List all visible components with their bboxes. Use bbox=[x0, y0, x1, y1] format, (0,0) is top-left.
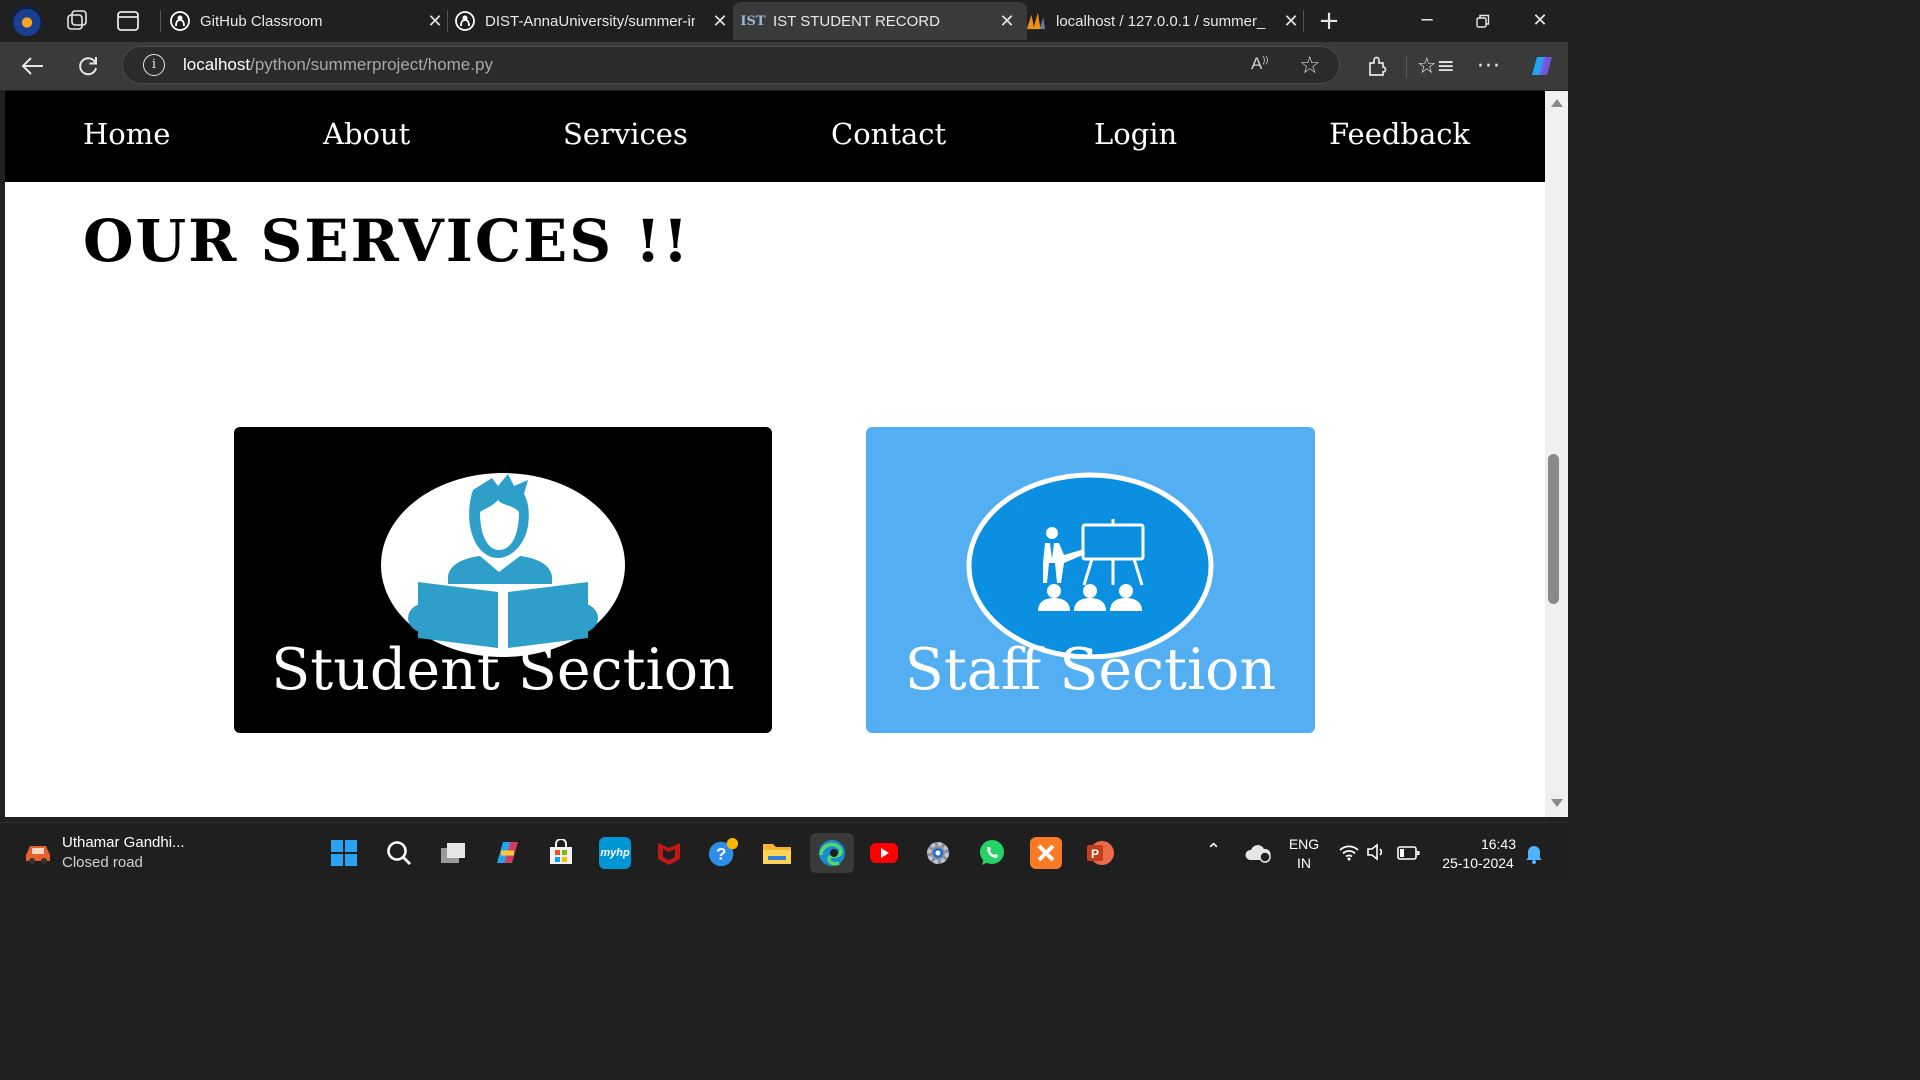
language-code: ENG bbox=[1288, 836, 1320, 852]
browser-tab-bar: GitHub Classroom ✕ DIST-AnnaUniversity/s… bbox=[0, 0, 1568, 42]
weather-title: Uthamar Gandhi... bbox=[62, 834, 185, 851]
nav-services[interactable]: Services bbox=[563, 117, 688, 151]
back-icon[interactable] bbox=[16, 50, 50, 82]
profile-avatar[interactable] bbox=[12, 6, 42, 36]
myhp-icon[interactable]: myhp bbox=[599, 837, 631, 869]
restore-icon[interactable] bbox=[1468, 8, 1498, 34]
more-options-icon[interactable]: ··· bbox=[1472, 50, 1506, 82]
tab-title: DIST-AnnaUniversity/summer-in bbox=[485, 12, 695, 30]
tab-actions-icon[interactable] bbox=[114, 8, 142, 34]
weather-subtitle: Closed road bbox=[62, 854, 143, 871]
tab-title: localhost / 127.0.0.1 / summer_p bbox=[1056, 12, 1266, 30]
url-text[interactable]: localhost/python/summerproject/home.py bbox=[183, 55, 493, 75]
settings-gear-icon[interactable] bbox=[922, 837, 954, 869]
scrollbar-thumb[interactable] bbox=[1548, 454, 1559, 604]
nav-home[interactable]: Home bbox=[83, 117, 170, 151]
tab-close-icon[interactable]: ✕ bbox=[710, 11, 730, 31]
clock-date: 25-10-2024 bbox=[1442, 855, 1514, 871]
task-view-icon[interactable] bbox=[437, 837, 469, 869]
notifications-bell-icon[interactable] bbox=[1524, 842, 1544, 868]
extensions-icon[interactable] bbox=[1360, 50, 1394, 82]
tab-title: IST STUDENT RECORD bbox=[773, 12, 940, 30]
tab-ist-student-record[interactable]: IST IST STUDENT RECORD ✕ bbox=[733, 2, 1027, 40]
region-code: IN bbox=[1297, 855, 1311, 871]
address-bar[interactable]: i localhost/python/summerproject/home.py… bbox=[122, 46, 1340, 84]
file-explorer-icon[interactable] bbox=[761, 837, 793, 869]
page-viewport: Home About Services Contact Login Feedba… bbox=[5, 91, 1545, 817]
staff-section-card[interactable]: Staff Section bbox=[866, 427, 1315, 733]
teacher-presentation-icon bbox=[966, 472, 1214, 659]
tab-close-icon[interactable]: ✕ bbox=[425, 11, 445, 31]
copilot-app-icon[interactable] bbox=[491, 837, 523, 869]
wifi-icon[interactable] bbox=[1338, 843, 1360, 865]
nav-login[interactable]: Login bbox=[1094, 117, 1177, 151]
top-nav-bar: Home About Services Contact Login Feedba… bbox=[5, 91, 1545, 182]
show-hidden-icons-icon[interactable]: ⌃ bbox=[1206, 841, 1221, 860]
new-tab-icon[interactable]: + bbox=[1314, 8, 1344, 34]
onedrive-cloud-icon[interactable] bbox=[1244, 843, 1272, 867]
powerpoint-icon[interactable]: P bbox=[1084, 837, 1116, 869]
scroll-down-icon[interactable] bbox=[1551, 799, 1563, 807]
clock[interactable]: 16:43 25-10-2024 bbox=[1432, 835, 1524, 873]
mcafee-icon[interactable] bbox=[653, 837, 685, 869]
close-window-icon[interactable]: ✕ bbox=[1525, 8, 1555, 34]
car-icon bbox=[26, 846, 50, 864]
student-section-label: Student Section bbox=[271, 637, 735, 703]
svg-text:?: ? bbox=[716, 845, 726, 864]
tab-github-classroom[interactable]: GitHub Classroom ✕ bbox=[162, 2, 455, 40]
search-icon[interactable] bbox=[383, 837, 415, 869]
nav-feedback[interactable]: Feedback bbox=[1329, 117, 1470, 151]
nav-contact[interactable]: Contact bbox=[831, 117, 946, 151]
tab-title: GitHub Classroom bbox=[200, 12, 323, 30]
favorite-star-icon[interactable]: ☆ bbox=[1299, 51, 1321, 79]
svg-text:P: P bbox=[1091, 847, 1099, 861]
staff-section-label: Staff Section bbox=[904, 637, 1277, 703]
workspaces-icon[interactable] bbox=[62, 8, 90, 34]
github-icon bbox=[170, 11, 190, 31]
tab-close-icon[interactable]: ✕ bbox=[997, 11, 1017, 31]
tab-phpmyadmin[interactable]: localhost / 127.0.0.1 / summer_p ✕ bbox=[1018, 2, 1311, 40]
whatsapp-icon[interactable] bbox=[976, 837, 1008, 869]
browser-toolbar: i localhost/python/summerproject/home.py… bbox=[0, 42, 1568, 90]
refresh-icon[interactable] bbox=[71, 50, 105, 82]
get-help-icon[interactable]: ? bbox=[707, 837, 739, 869]
scroll-up-icon[interactable] bbox=[1551, 99, 1563, 107]
youtube-icon[interactable] bbox=[868, 837, 900, 869]
student-section-card[interactable]: Student Section bbox=[234, 427, 772, 733]
xampp-icon[interactable] bbox=[1030, 837, 1062, 869]
edge-browser-icon[interactable] bbox=[810, 833, 854, 873]
volume-icon[interactable] bbox=[1366, 843, 1388, 865]
ist-logo-icon: IST bbox=[740, 13, 766, 29]
github-icon bbox=[455, 11, 475, 31]
page-title: OUR SERVICES !! bbox=[83, 207, 691, 275]
windows-taskbar: Uthamar Gandhi... Closed road myhp ? P ⌃… bbox=[0, 822, 1568, 883]
minimize-icon[interactable]: ─ bbox=[1412, 8, 1442, 34]
student-reading-icon bbox=[381, 473, 625, 657]
phpmyadmin-icon bbox=[1026, 11, 1046, 31]
favorites-icon[interactable]: ☆≡ bbox=[1417, 50, 1455, 82]
start-menu-icon[interactable] bbox=[328, 837, 360, 869]
read-aloud-icon[interactable]: A)) bbox=[1251, 54, 1268, 74]
microsoft-store-icon[interactable] bbox=[545, 837, 577, 869]
tab-dist-annauniversity[interactable]: DIST-AnnaUniversity/summer-in ✕ bbox=[447, 2, 740, 40]
battery-icon[interactable] bbox=[1397, 845, 1421, 864]
nav-about[interactable]: About bbox=[323, 117, 410, 151]
tab-close-icon[interactable]: ✕ bbox=[1281, 11, 1301, 31]
weather-widget[interactable]: Uthamar Gandhi... Closed road bbox=[20, 831, 220, 875]
site-info-icon[interactable]: i bbox=[143, 54, 165, 76]
language-indicator[interactable]: ENG IN bbox=[1284, 835, 1324, 873]
copilot-icon[interactable] bbox=[1524, 50, 1558, 82]
clock-time: 16:43 bbox=[1480, 836, 1516, 852]
